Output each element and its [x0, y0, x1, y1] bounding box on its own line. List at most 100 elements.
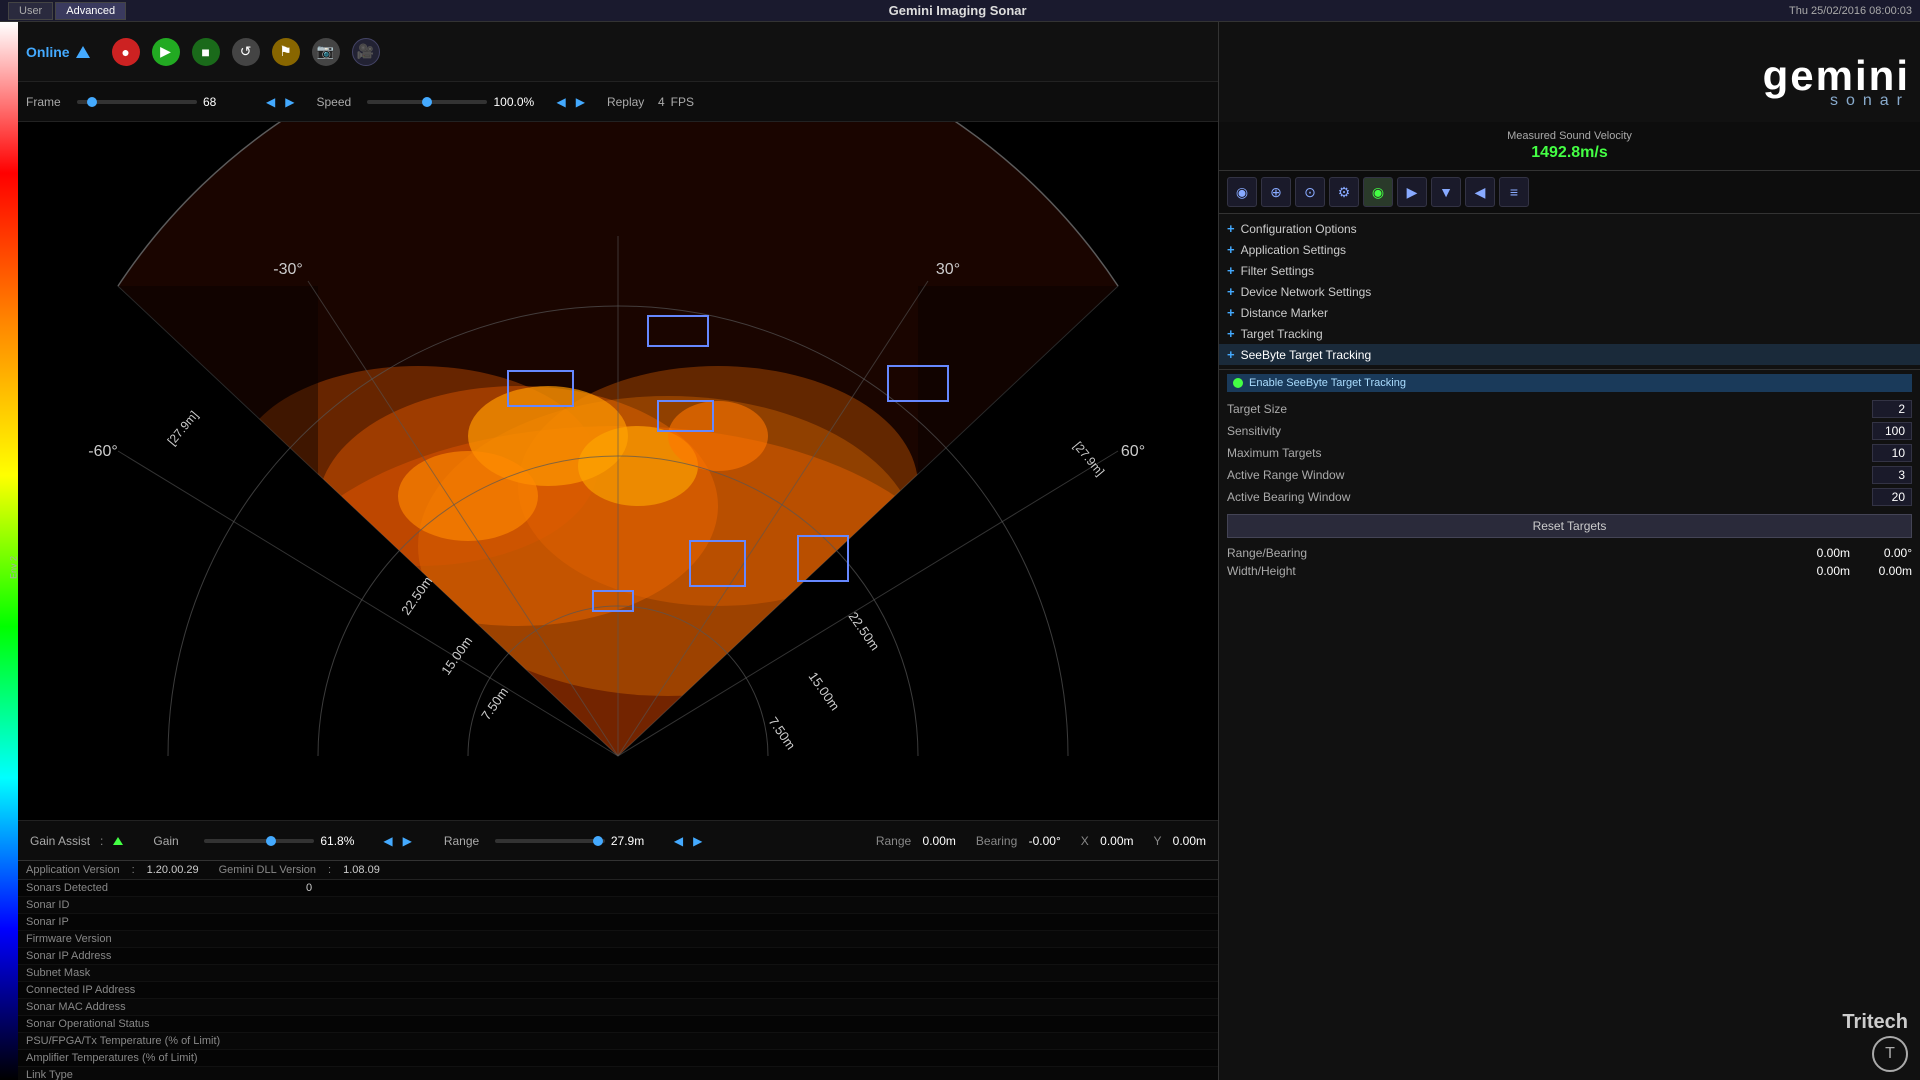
controls-row: Frame 68 ◀ ▶ Speed 100.0% ◀ ▶ Replay 4 [18, 82, 1218, 122]
nav-down-button[interactable]: ▼ [1431, 177, 1461, 207]
dll-version-key: Gemini DLL Version [219, 864, 316, 876]
target-size-label: Target Size [1227, 402, 1287, 416]
sonar-display[interactable]: -30° 30° -60° 60° 22.50m 15.00m 7.50m 22… [18, 122, 1218, 820]
gain-next-button[interactable]: ▶ [401, 834, 414, 848]
info-row: Sonars Detected0 [18, 880, 1218, 897]
camera-button[interactable]: 📷 [312, 38, 340, 66]
range-bearing-val1: 0.00m [1800, 546, 1850, 560]
width-height-val2: 0.00m [1862, 564, 1912, 578]
sound-velocity-label: Measured Sound Velocity [1507, 130, 1632, 142]
frame-next-button[interactable]: ▶ [283, 95, 296, 109]
play-button[interactable]: ▶ [152, 38, 180, 66]
sound-velocity-value: 1492.8m/s [1531, 144, 1608, 162]
range-label: Range [444, 834, 489, 848]
info-row: Sonar Operational Status [18, 1016, 1218, 1033]
app-version-key: Application Version [26, 864, 120, 876]
nav-left-button[interactable]: ◀ [1465, 177, 1495, 207]
record-button[interactable]: ● [112, 38, 140, 66]
frame-slider[interactable] [77, 100, 197, 104]
target-view-button[interactable]: ⊕ [1261, 177, 1291, 207]
range-next-button[interactable]: ▶ [691, 834, 704, 848]
menu-filter-settings[interactable]: + Filter Settings [1219, 260, 1920, 281]
svg-text:-60°: -60° [88, 443, 118, 460]
tab-bar[interactable]: User Advanced [8, 2, 126, 20]
menu-configuration-options[interactable]: + Configuration Options [1219, 218, 1920, 239]
dll-version-val: 1.08.09 [343, 864, 380, 876]
menu-open-button[interactable]: ≡ [1499, 177, 1529, 207]
range-bearing-val2: 0.00° [1862, 546, 1912, 560]
menu-distance-marker[interactable]: + Distance Marker [1219, 302, 1920, 323]
frame-control: Frame 68 ◀ ▶ [26, 95, 296, 109]
width-height-row: Width/Height 0.00m 0.00m [1227, 562, 1912, 580]
settings-menu: + Configuration Options + Application Se… [1219, 214, 1920, 370]
replay-control: Replay 4 FPS [607, 95, 694, 109]
gain-assist-section: Gain Assist : [30, 834, 123, 848]
shield-view-button[interactable]: ⊙ [1295, 177, 1325, 207]
gain-label: Gain [153, 834, 198, 848]
svg-text:15.00m: 15.00m [806, 669, 843, 713]
speed-control: Speed 100.0% ◀ ▶ [316, 95, 586, 109]
range-slider[interactable] [495, 839, 605, 843]
target-size-value: 2 [1872, 400, 1912, 418]
loop-button[interactable]: ↺ [232, 38, 260, 66]
speed-next-button[interactable]: ▶ [574, 95, 587, 109]
range-readout: Range 0.00m [876, 834, 956, 848]
frame-prev-button[interactable]: ◀ [264, 95, 277, 109]
nav-right-button[interactable]: ▶ [1397, 177, 1427, 207]
svg-text:15.00m: 15.00m [438, 634, 475, 678]
range-control: Range 27.9m ◀ ▶ [444, 834, 704, 848]
speed-prev-button[interactable]: ◀ [554, 95, 567, 109]
menu-item-label-6: Target Tracking [1241, 327, 1323, 341]
info-row: Firmware Version [18, 931, 1218, 948]
stop-button[interactable]: ■ [192, 38, 220, 66]
seebyte-section: Enable SeeByte Target Tracking Target Si… [1219, 370, 1920, 584]
info-row: Sonar IP [18, 914, 1218, 931]
sonar-view-button[interactable]: ◉ [1227, 177, 1257, 207]
range-value: 27.9m [611, 834, 666, 848]
menu-target-tracking[interactable]: + Target Tracking [1219, 323, 1920, 344]
width-height-label: Width/Height [1227, 564, 1296, 578]
info-rows: Sonars Detected0Sonar IDSonar IPFirmware… [18, 880, 1218, 1080]
sonar-svg: -30° 30° -60° 60° 22.50m 15.00m 7.50m 22… [18, 122, 1218, 820]
info-row-key: PSU/FPGA/Tx Temperature (% of Limit) [26, 1035, 306, 1047]
green-view-button[interactable]: ◉ [1363, 177, 1393, 207]
range-bearing-values: 0.00m 0.00° [1800, 546, 1912, 560]
tab-user[interactable]: User [8, 2, 53, 20]
speed-slider[interactable] [367, 100, 487, 104]
settings-view-button[interactable]: ⚙ [1329, 177, 1359, 207]
gain-slider[interactable] [204, 839, 314, 843]
frame-label: Frame [26, 95, 71, 109]
menu-application-settings[interactable]: + Application Settings [1219, 239, 1920, 260]
active-bearing-window-label: Active Bearing Window [1227, 490, 1350, 504]
seebyte-header: Enable SeeByte Target Tracking [1227, 374, 1912, 392]
info-row-val: 0 [306, 882, 312, 894]
main-container: Env 2 Online ● ▶ ■ ↺ ⚑ 📷 🎥 Frame 68 [0, 22, 1920, 1080]
reset-targets-button[interactable]: Reset Targets [1227, 514, 1912, 538]
toolbar: Online ● ▶ ■ ↺ ⚑ 📷 🎥 [18, 22, 1218, 82]
video-button[interactable]: 🎥 [352, 38, 380, 66]
info-row: Amplifier Temperatures (% of Limit) [18, 1050, 1218, 1067]
tab-advanced[interactable]: Advanced [55, 2, 126, 20]
svg-text:7.50m: 7.50m [766, 714, 799, 752]
max-targets-label: Maximum Targets [1227, 446, 1321, 460]
info-row: Sonar MAC Address [18, 999, 1218, 1016]
svg-text:30°: 30° [936, 261, 960, 278]
flag-button[interactable]: ⚑ [272, 38, 300, 66]
sound-velocity-display: Measured Sound Velocity 1492.8m/s [1219, 122, 1920, 171]
sensitivity-label: Sensitivity [1227, 424, 1281, 438]
range-prev-button[interactable]: ◀ [672, 834, 685, 848]
info-row-key: Connected IP Address [26, 984, 306, 996]
app-version-val: 1.20.00.29 [147, 864, 199, 876]
svg-text:60°: 60° [1121, 443, 1145, 460]
tritech-logo: Tritech T [1219, 1003, 1920, 1080]
menu-seebyte-tracking[interactable]: + SeeByte Target Tracking [1219, 344, 1920, 365]
info-row-key: Amplifier Temperatures (% of Limit) [26, 1052, 306, 1064]
gain-prev-button[interactable]: ◀ [381, 834, 394, 848]
left-panel: Online ● ▶ ■ ↺ ⚑ 📷 🎥 Frame 68 ◀ ▶ [18, 22, 1218, 1080]
info-row: PSU/FPGA/Tx Temperature (% of Limit) [18, 1033, 1218, 1050]
menu-item-label: Configuration Options [1241, 222, 1357, 236]
info-row-key: Subnet Mask [26, 967, 306, 979]
menu-device-network[interactable]: + Device Network Settings [1219, 281, 1920, 302]
active-bearing-window-row: Active Bearing Window 20 [1227, 486, 1912, 508]
online-status: Online [26, 44, 90, 60]
